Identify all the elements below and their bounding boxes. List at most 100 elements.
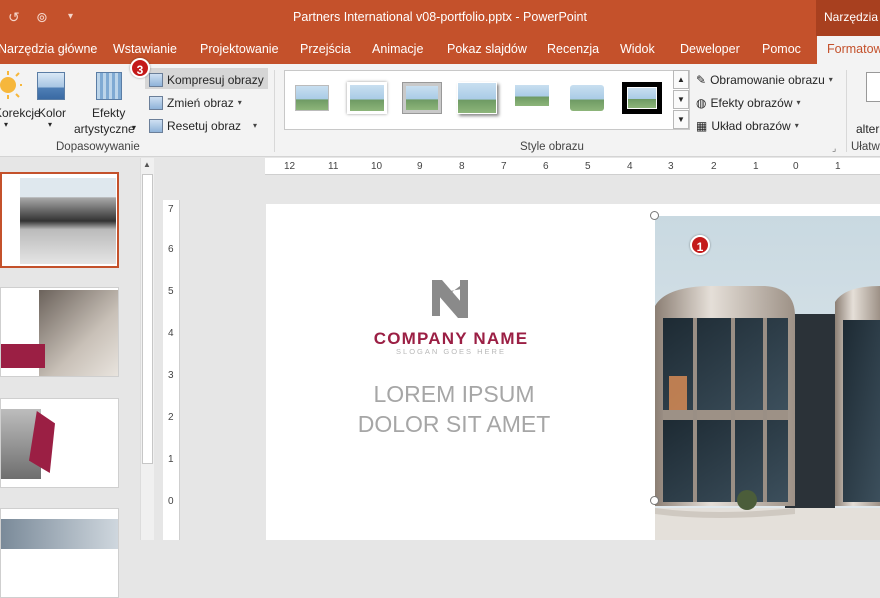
pen-icon: ✎ xyxy=(696,72,707,87)
picture-effects-label: Efekty obrazów xyxy=(710,95,793,110)
tab-slideshow[interactable]: Pokaz slajdów xyxy=(447,42,527,56)
group-separator xyxy=(274,70,275,152)
styles-group-label: Style obrazu xyxy=(520,141,584,153)
artistic-effects-label-2: artystyczne xyxy=(74,122,135,136)
building-image xyxy=(655,216,880,540)
building-photo[interactable] xyxy=(655,216,880,540)
chevron-down-icon: ▾ xyxy=(48,120,53,129)
gallery-up-button[interactable]: ▲ xyxy=(673,70,689,89)
picture-style-rounded[interactable] xyxy=(567,82,607,114)
resize-handle-top-left[interactable] xyxy=(650,211,659,220)
picture-style-drop-shadow[interactable] xyxy=(457,82,497,114)
slide-thumbnails-panel xyxy=(0,158,158,598)
alt-text-button[interactable] xyxy=(866,72,880,102)
ribbon: Korekcje ▾ Kolor ▾ Efekty artystyczne ▾ … xyxy=(0,58,880,157)
ruler-number: 10 xyxy=(371,161,383,172)
picture-style-metal-frame[interactable] xyxy=(402,82,442,114)
step-badge-1: 1 xyxy=(690,235,710,255)
adjust-group-label: Dopasowywanie xyxy=(56,141,140,153)
headline-line-2: DOLOR SIT AMET xyxy=(357,411,551,437)
picture-layout-label: Układ obrazów xyxy=(711,118,791,133)
thumbnail-accent-block xyxy=(1,344,45,368)
color-button[interactable] xyxy=(37,72,65,100)
tab-home[interactable]: Narzędzia główne xyxy=(0,42,97,56)
ruler-number: 2 xyxy=(168,412,174,423)
ruler-number: 0 xyxy=(168,496,174,507)
dialog-launcher-icon[interactable]: ⌟ xyxy=(832,143,836,154)
picture-style-simple-frame[interactable] xyxy=(292,82,332,114)
thumbnail-scrollbar[interactable]: ▲ xyxy=(140,158,154,540)
ruler-number: 0 xyxy=(793,161,799,172)
chevron-down-icon: ▾ xyxy=(794,121,799,130)
ruler-number: 4 xyxy=(627,161,633,172)
chevron-down-icon: ▾ xyxy=(4,120,9,129)
scrollbar-thumb[interactable] xyxy=(142,174,153,464)
picture-styles-gallery xyxy=(284,70,690,130)
ruler-number: 6 xyxy=(543,161,549,172)
slide-thumbnail-1[interactable] xyxy=(0,172,119,268)
artistic-effects-button[interactable] xyxy=(96,72,122,100)
thumbnail-image xyxy=(1,519,118,549)
vertical-ruler: 7 6 5 4 3 2 1 0 xyxy=(163,200,180,540)
scroll-up-icon[interactable]: ▲ xyxy=(143,160,151,169)
headline-line-1: LOREM IPSUM xyxy=(373,381,535,407)
gallery-more-button[interactable]: ▼ xyxy=(673,110,689,129)
step-badge-3: 3 xyxy=(130,58,150,78)
ruler-number: 2 xyxy=(711,161,717,172)
slide-thumbnail-3[interactable] xyxy=(0,398,119,488)
ruler-number: 5 xyxy=(168,286,174,297)
compress-icon xyxy=(149,72,163,87)
ruler-number: 1 xyxy=(168,454,174,465)
ruler-number: 3 xyxy=(168,370,174,381)
tab-review[interactable]: Recenzja xyxy=(547,42,599,56)
picture-effects-button[interactable]: ◍ Efekty obrazów ▾ xyxy=(692,91,805,112)
horizontal-ruler: 12 11 10 9 8 7 6 5 4 3 2 1 0 1 xyxy=(265,158,880,175)
picture-border-button[interactable]: ✎ Obramowanie obrazu ▾ xyxy=(692,68,837,89)
ruler-number: 1 xyxy=(835,161,841,172)
ruler-number: 7 xyxy=(501,161,507,172)
tab-design[interactable]: Projektowanie xyxy=(200,42,279,56)
tab-format[interactable]: Formatowanie xyxy=(817,36,880,64)
chevron-down-icon: ▾ xyxy=(828,75,833,84)
ruler-number: 8 xyxy=(459,161,465,172)
tab-developer[interactable]: Deweloper xyxy=(680,42,740,56)
picture-style-thick-black[interactable] xyxy=(622,82,662,114)
tab-transitions[interactable]: Przejścia xyxy=(300,42,351,56)
picture-style-reflected[interactable] xyxy=(512,82,552,114)
ruler-number: 12 xyxy=(284,161,296,172)
picture-layout-button[interactable]: ▦ Układ obrazów ▾ xyxy=(692,114,803,135)
color-label: Kolor xyxy=(38,106,67,120)
tab-animations[interactable]: Animacje xyxy=(372,42,423,56)
gallery-scroll: ▲ ▼ ▼ xyxy=(673,70,689,130)
corrections-button[interactable] xyxy=(0,70,22,100)
change-picture-icon xyxy=(149,95,163,110)
tab-view[interactable]: Widok xyxy=(620,42,655,56)
resize-handle-bottom-left[interactable] xyxy=(650,496,659,505)
chevron-down-icon: ▾ xyxy=(796,98,801,107)
slide-thumbnail-4[interactable] xyxy=(0,508,119,598)
change-picture-button[interactable]: Zmień obraz ▾ xyxy=(145,91,246,112)
compress-pictures-button[interactable]: Kompresuj obrazy xyxy=(145,68,268,89)
reset-picture-button[interactable]: Resetuj obraz ▾ xyxy=(145,114,261,135)
artistic-effects-label-1: Efekty xyxy=(92,106,126,120)
title-bar: ↺ ⊚ ▾ Partners International v08-portfol… xyxy=(0,0,880,36)
layout-icon: ▦ xyxy=(696,118,708,133)
slide-thumbnail-2[interactable] xyxy=(0,287,119,377)
thumbnail-building-image xyxy=(20,178,116,264)
chevron-down-icon: ▾ xyxy=(237,98,242,107)
reset-picture-label: Resetuj obraz xyxy=(167,118,242,133)
ruler-number: 6 xyxy=(168,244,174,255)
chevron-down-icon: ▾ xyxy=(253,121,258,130)
group-separator xyxy=(846,70,847,152)
ruler-number: 1 xyxy=(753,161,759,172)
ruler-number: 11 xyxy=(328,161,339,172)
gallery-down-button[interactable]: ▼ xyxy=(673,90,689,109)
picture-style-soft-edge[interactable] xyxy=(347,82,387,114)
tab-insert[interactable]: Wstawianie xyxy=(113,42,177,56)
reset-picture-icon xyxy=(149,118,163,133)
ruler-number: 3 xyxy=(668,161,674,172)
sun-icon xyxy=(0,71,22,99)
compress-pictures-label: Kompresuj obrazy xyxy=(167,72,264,87)
tab-help[interactable]: Pomoc xyxy=(762,42,801,56)
company-logo xyxy=(432,280,468,318)
